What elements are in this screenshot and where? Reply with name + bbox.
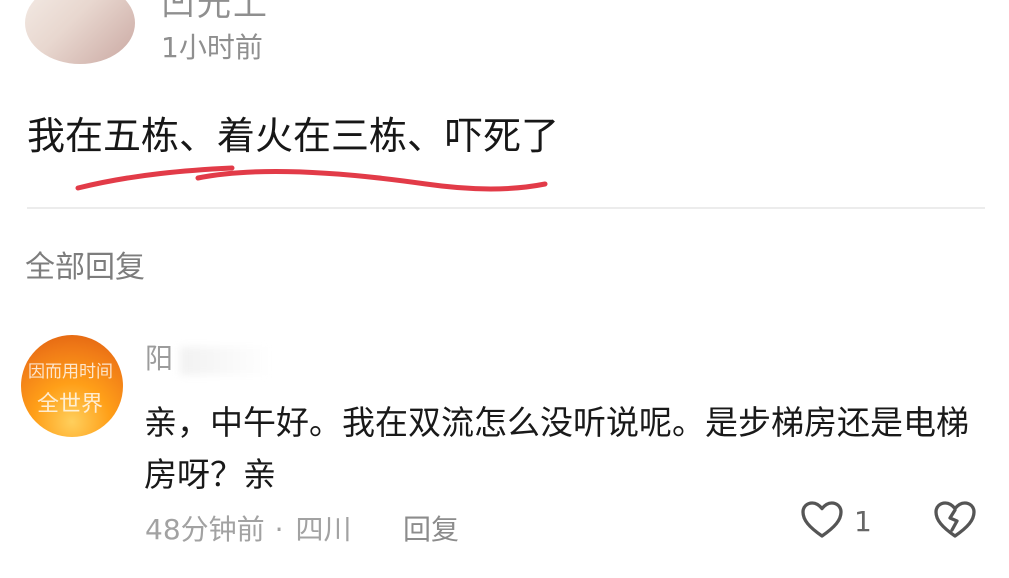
reply-avatar-text-1: 因而用时间 <box>28 362 113 382</box>
section-divider <box>27 207 985 209</box>
top-comment-text: 我在五栋、着火在三栋、吓死了 <box>27 114 560 158</box>
reply-avatar[interactable]: 因而用时间 全世界 <box>21 335 123 437</box>
red-underline-annotation <box>75 165 548 192</box>
reply-avatar-text-2: 全世界 <box>37 392 104 417</box>
reply-location: 四川 <box>295 513 352 546</box>
reply-meta-separator: · <box>274 513 284 546</box>
reply-author[interactable]: 阳 <box>145 337 173 377</box>
like-button[interactable]: 1 <box>800 500 872 540</box>
heart-outline-icon <box>801 501 843 538</box>
top-comment-author[interactable]: 凹光上 <box>161 0 269 25</box>
reply-text: 亲，中午好。我在双流怎么没听说呢。是步梯房还是电梯房呀？亲 <box>144 403 969 494</box>
reply-author-blur <box>180 347 270 375</box>
broken-heart-icon <box>934 501 976 538</box>
dislike-button[interactable] <box>933 500 977 540</box>
reply-time: 48分钟前 <box>145 513 265 546</box>
reply-meta: 48分钟前 · 四川 <box>145 508 352 548</box>
all-replies-title: 全部回复 <box>25 250 145 285</box>
reply-button[interactable]: 回复 <box>403 508 459 548</box>
top-comment-avatar[interactable] <box>25 0 135 64</box>
top-comment-time: 1小时前 <box>161 31 263 64</box>
like-count: 1 <box>854 504 872 538</box>
